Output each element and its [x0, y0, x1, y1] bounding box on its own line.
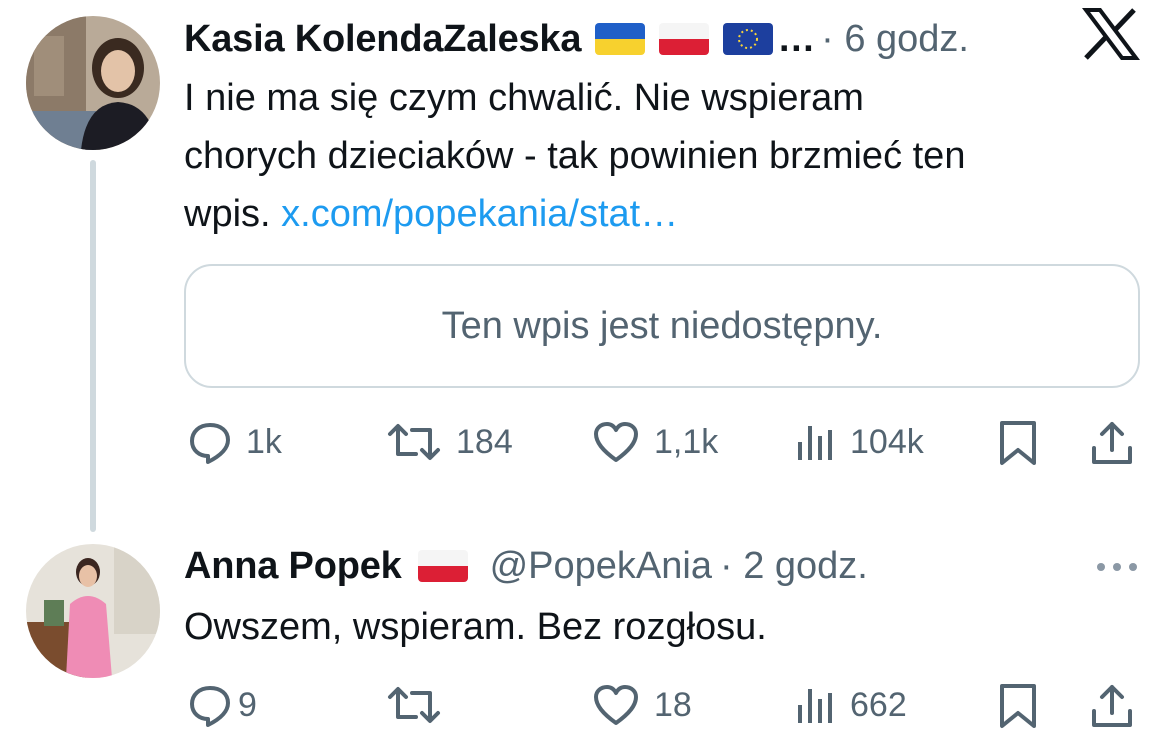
views-count: 104k: [850, 422, 924, 461]
status-link[interactable]: x.com/popekania/stat…: [281, 193, 678, 235]
thread-connector: [90, 160, 96, 532]
views-button[interactable]: 662: [796, 683, 907, 727]
views-chart-icon: [798, 689, 832, 723]
avatar[interactable]: [26, 16, 160, 150]
like-button[interactable]: 1,1k: [592, 420, 718, 464]
bookmark-button[interactable]: [998, 683, 1038, 729]
share-button[interactable]: [1090, 420, 1134, 466]
author-handle[interactable]: @PopekAnia: [490, 545, 712, 588]
tweet-header: Kasia KolendaZaleska … · 6 godz.: [184, 14, 969, 64]
bookmark-icon: [1000, 684, 1036, 728]
share-button[interactable]: [1090, 683, 1134, 729]
reply-count: 1k: [246, 422, 282, 461]
eu-flag-icon: [723, 23, 774, 55]
more-options-icon[interactable]: [1095, 560, 1139, 578]
bookmark-icon: [1000, 421, 1036, 465]
views-count: 662: [850, 685, 907, 724]
tweet-text: I nie ma się czym chwalić. Nie wspieram …: [184, 69, 1144, 243]
repost-icon: [388, 687, 440, 723]
author-name[interactable]: Anna Popek: [184, 545, 402, 588]
unavailable-quote-card[interactable]: Ten wpis jest niedostępny.: [184, 264, 1140, 388]
tweet-text: Owszem, wspieram. Bez rozgłosu.: [184, 606, 767, 648]
timestamp[interactable]: · 6 godz.: [821, 18, 969, 61]
x-logo-icon: [1082, 8, 1140, 65]
author-name[interactable]: Kasia KolendaZaleska: [184, 18, 582, 61]
poland-flag-icon: [659, 23, 710, 55]
bookmark-button[interactable]: [998, 420, 1038, 466]
reply-count: 9: [238, 685, 257, 724]
poland-flag-icon: [417, 550, 468, 582]
share-icon: [1092, 685, 1132, 727]
avatar[interactable]: [26, 544, 160, 678]
like-count: 18: [654, 685, 692, 724]
text-line: chorych dzieciaków - tak powinien brzmie…: [184, 135, 966, 177]
like-count: 1,1k: [654, 422, 719, 461]
share-icon: [1092, 422, 1132, 464]
like-button[interactable]: 18: [592, 683, 692, 727]
views-chart-icon: [798, 426, 832, 460]
unavailable-message: Ten wpis jest niedostępny.: [441, 304, 883, 347]
heart-icon: [594, 685, 638, 725]
text-line: I nie ma się czym chwalić. Nie wspieram: [184, 77, 864, 119]
timestamp[interactable]: · 2 godz.: [720, 545, 868, 588]
heart-icon: [594, 422, 638, 462]
repost-icon: [388, 424, 440, 460]
reply-button[interactable]: 9: [188, 683, 257, 727]
views-button[interactable]: 104k: [796, 420, 924, 464]
text-fragment: wpis.: [184, 193, 282, 235]
text-line: wpis. x.com/popekania/stat…: [184, 185, 1144, 243]
repost-count: 184: [456, 422, 513, 461]
name-ellipsis: …: [777, 17, 816, 60]
reply-icon: [190, 686, 230, 727]
tweet-header: Anna Popek @PopekAnia · 2 godz.: [184, 541, 868, 591]
ukraine-flag-icon: [595, 23, 646, 55]
reply-icon: [190, 423, 230, 464]
reply-button[interactable]: 1k: [188, 420, 282, 464]
repost-button[interactable]: 184: [386, 420, 513, 464]
repost-button[interactable]: [386, 683, 442, 727]
